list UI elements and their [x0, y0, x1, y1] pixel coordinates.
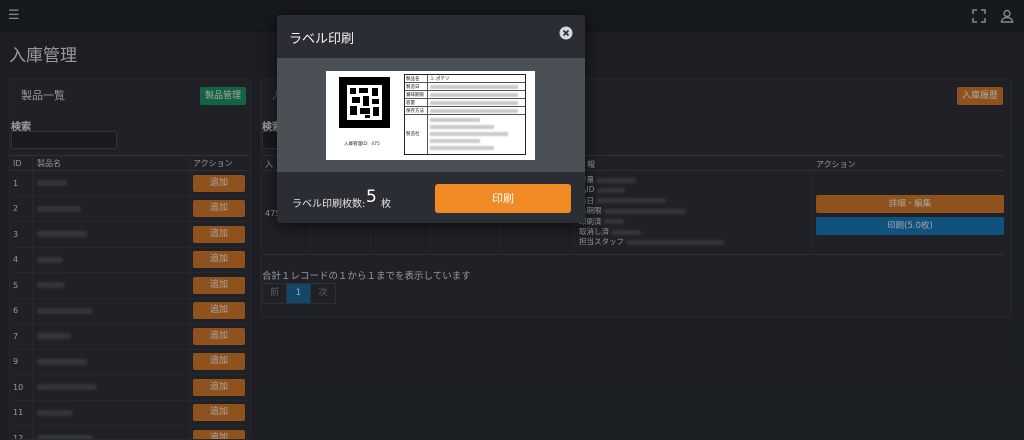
qr-caption: 入庫管理ID：475: [344, 142, 380, 147]
print-count-value: 5: [366, 187, 377, 207]
label-field-key: 賞味期限: [406, 93, 424, 98]
label-field-key: 保存方法: [406, 109, 424, 114]
label-field-row: 製造社: [405, 115, 525, 154]
print-count-unit: 枚: [381, 199, 391, 210]
label-field-row: 製造日: [405, 83, 525, 91]
label-field-key: 製造日: [406, 85, 420, 90]
label-info-table: 製品名 ミ.ポテリ製造日賞味期限容量保存方法製造社: [404, 74, 526, 155]
label-product-value: ミ.ポテリ: [430, 77, 450, 82]
label-print-modal: ラベル印刷 入庫管理ID：475 製品名 ミ.ポテリ製造日賞味期限容量保存方法製造…: [277, 15, 585, 223]
close-icon[interactable]: [559, 26, 573, 40]
print-count-label: ラベル印刷枚数:: [292, 199, 366, 210]
label-preview: 入庫管理ID：475 製品名 ミ.ポテリ製造日賞味期限容量保存方法製造社: [326, 71, 535, 160]
modal-title: ラベル印刷: [289, 32, 355, 47]
label-field-key: 製品名: [406, 77, 420, 82]
label-field-key: 容量: [406, 101, 415, 106]
label-field-row: 賞味期限: [405, 91, 525, 99]
modal-print-button[interactable]: 印刷: [435, 184, 571, 213]
qr-code-icon: [339, 77, 390, 128]
label-field-row: 保存方法: [405, 107, 525, 115]
label-preview-area: 入庫管理ID：475 製品名 ミ.ポテリ製造日賞味期限容量保存方法製造社: [277, 58, 585, 172]
label-field-row: 製品名 ミ.ポテリ: [405, 75, 525, 83]
label-field-row: 容量: [405, 99, 525, 107]
label-field-key: 製造社: [406, 132, 420, 137]
